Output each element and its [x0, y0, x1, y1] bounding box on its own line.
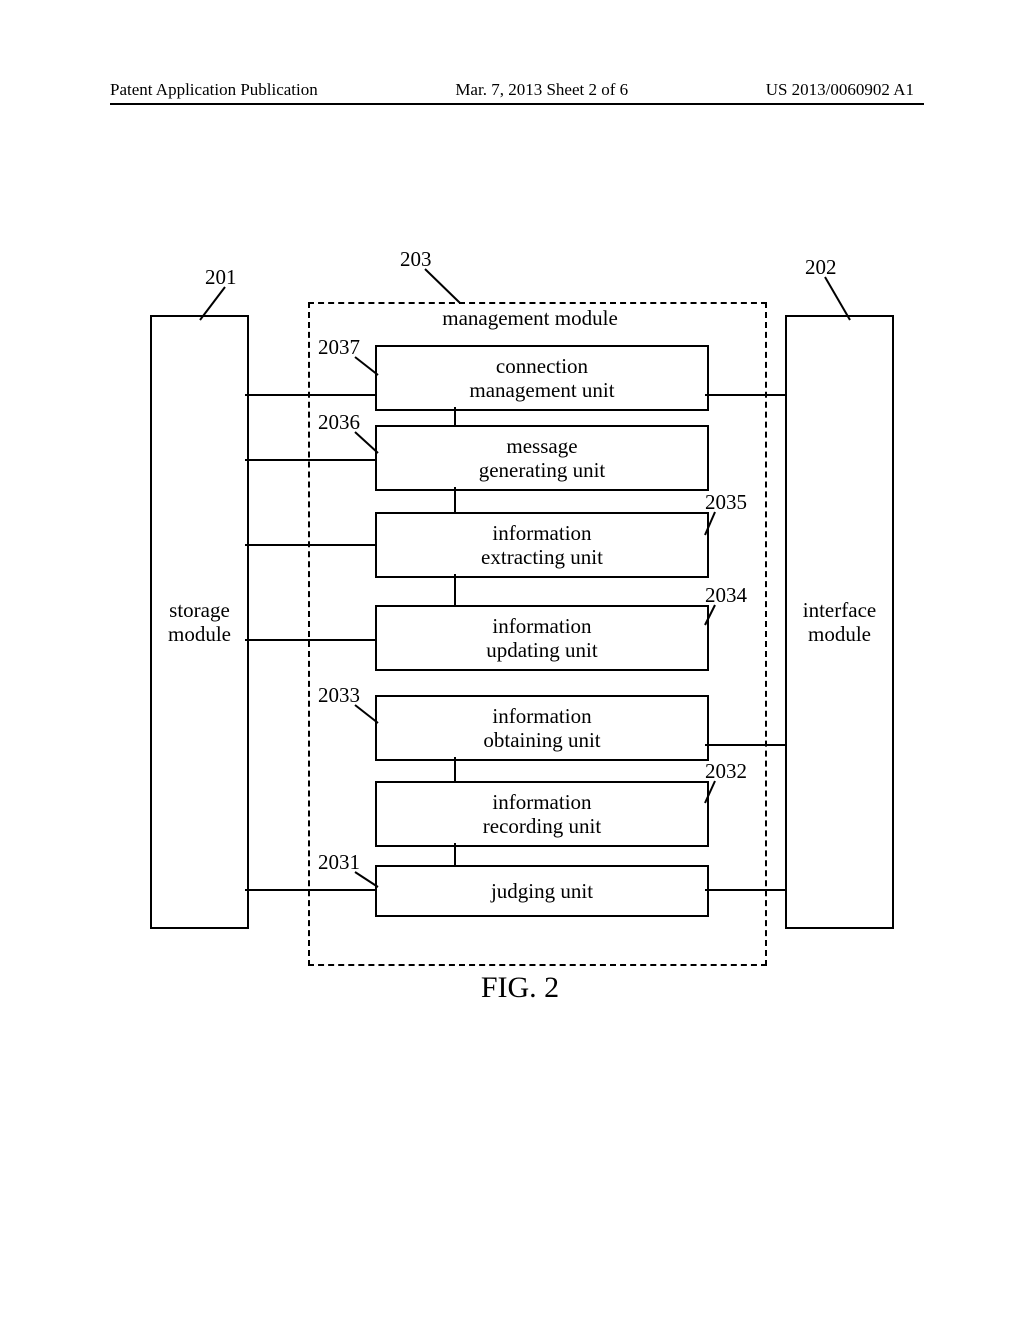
storage-module-box: storage module — [150, 315, 249, 929]
ref-2033: 2033 — [318, 683, 360, 708]
page-header: Patent Application Publication Mar. 7, 2… — [0, 80, 1024, 100]
unit-label: information extracting unit — [481, 521, 603, 569]
ref-2036: 2036 — [318, 410, 360, 435]
header-rule — [110, 103, 924, 105]
figure-2-diagram: storage module interface module manageme… — [150, 265, 890, 985]
ref-203: 203 — [400, 247, 432, 272]
judging-unit: judging unit — [375, 865, 709, 917]
unit-label: judging unit — [491, 879, 593, 903]
storage-module-label: storage module — [168, 598, 231, 646]
management-module-title: management module — [380, 306, 680, 331]
unit-label: connection management unit — [469, 354, 614, 402]
ref-202: 202 — [805, 255, 837, 280]
header-center: Mar. 7, 2013 Sheet 2 of 6 — [455, 80, 628, 100]
header-right: US 2013/0060902 A1 — [766, 80, 914, 100]
interface-module-label: interface module — [803, 598, 876, 646]
unit-label: message generating unit — [479, 434, 606, 482]
header-left: Patent Application Publication — [110, 80, 318, 100]
figure-caption: FIG. 2 — [150, 971, 890, 1005]
ref-2032: 2032 — [705, 759, 747, 784]
unit-label: information obtaining unit — [483, 704, 600, 752]
ref-2037: 2037 — [318, 335, 360, 360]
ref-2031: 2031 — [318, 850, 360, 875]
information-extracting-unit: information extracting unit — [375, 512, 709, 578]
information-recording-unit: information recording unit — [375, 781, 709, 847]
message-generating-unit: message generating unit — [375, 425, 709, 491]
information-obtaining-unit: information obtaining unit — [375, 695, 709, 761]
unit-label: information recording unit — [483, 790, 601, 838]
ref-2035: 2035 — [705, 490, 747, 515]
ref-201: 201 — [205, 265, 237, 290]
connection-management-unit: connection management unit — [375, 345, 709, 411]
information-updating-unit: information updating unit — [375, 605, 709, 671]
unit-label: information updating unit — [486, 614, 597, 662]
interface-module-box: interface module — [785, 315, 894, 929]
ref-2034: 2034 — [705, 583, 747, 608]
